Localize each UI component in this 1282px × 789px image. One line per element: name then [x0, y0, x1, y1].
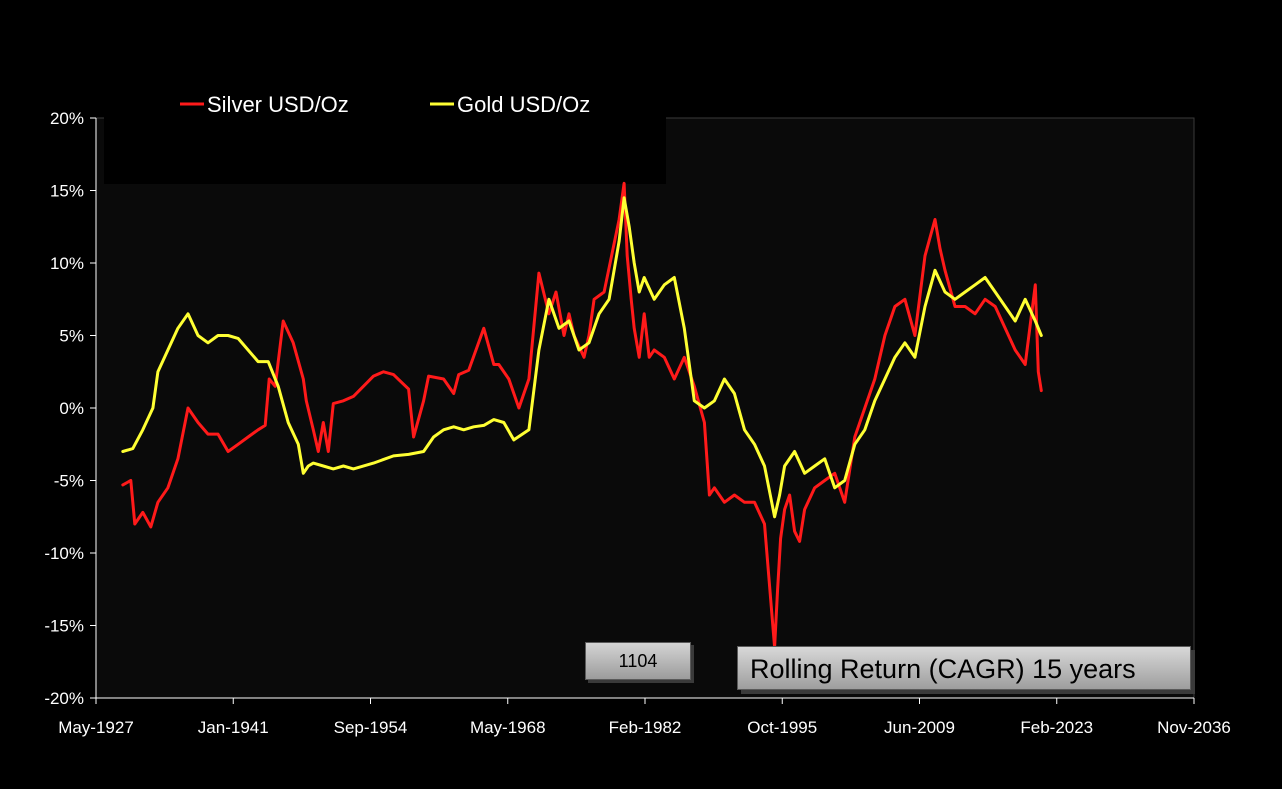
plot-area [95, 117, 1195, 699]
counter-box: 1104 [585, 642, 691, 680]
y-tick-label: 5% [59, 327, 84, 346]
legend-label: Gold USD/Oz [457, 92, 590, 117]
y-tick-label: 10% [50, 254, 84, 273]
x-tick-label: Jun-2009 [884, 718, 955, 737]
y-tick-label: -5% [54, 472, 84, 491]
x-tick-label: May-1927 [58, 718, 134, 737]
x-tick-label: Nov-2036 [1157, 718, 1231, 737]
y-tick-label: -10% [44, 544, 84, 563]
chart-title: Rolling Return (CAGR) 15 years [737, 646, 1191, 690]
y-tick-label: 15% [50, 182, 84, 201]
x-tick-label: May-1968 [470, 718, 546, 737]
x-tick-label: Feb-2023 [1020, 718, 1093, 737]
x-tick-label: Jan-1941 [198, 718, 269, 737]
y-tick-label: 20% [50, 109, 84, 128]
x-axis: May-1927 Jan-1941 Sep-1954 May-1968 Feb-1982… [58, 697, 1231, 737]
y-tick-label: 0% [59, 399, 84, 418]
y-tick-label: -20% [44, 689, 84, 708]
legend-label: Silver USD/Oz [207, 92, 349, 117]
y-axis: 20% 15% 10% 5% 0% -5% -10% -15% -20% [44, 109, 97, 708]
y-tick-label: -15% [44, 617, 84, 636]
x-tick-label: Sep-1954 [334, 718, 408, 737]
x-tick-label: Feb-1982 [609, 718, 682, 737]
x-tick-label: Oct-1995 [747, 718, 817, 737]
